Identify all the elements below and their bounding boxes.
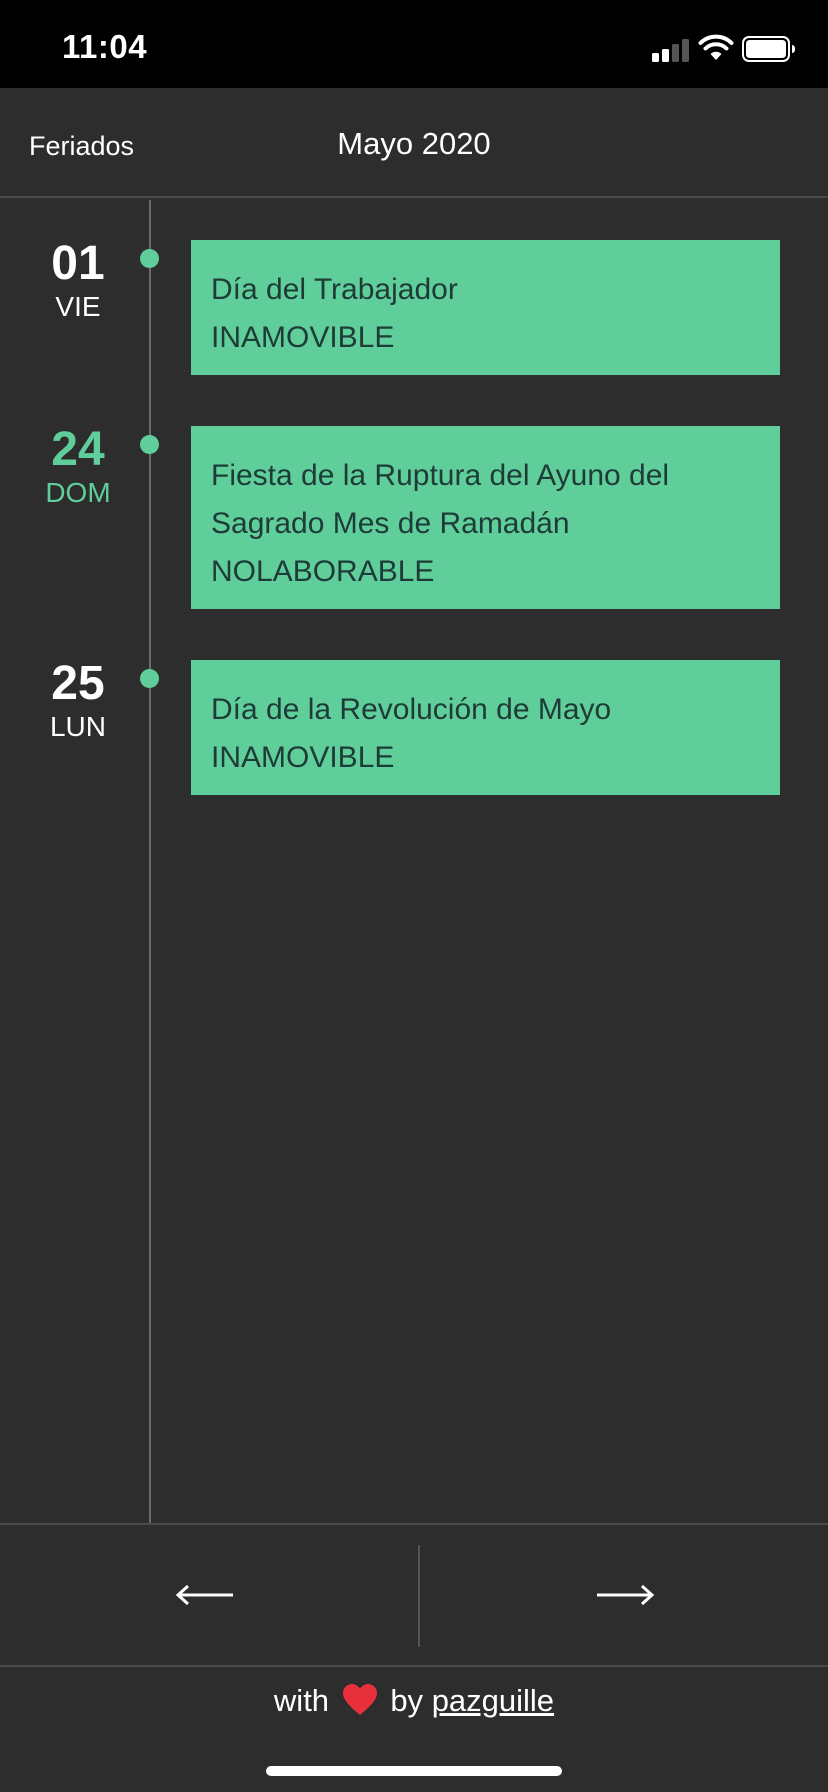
previous-month-button[interactable]	[0, 1525, 410, 1665]
day-number: 01	[51, 237, 105, 290]
status-bar: 11:04	[0, 0, 828, 88]
holiday-date: 24 DOM	[0, 424, 156, 510]
day-name: DOM	[45, 477, 111, 508]
holiday-date: 25 LUN	[0, 658, 156, 744]
holiday-type: INAMOVIBLE	[211, 741, 395, 774]
day-name: LUN	[49, 711, 106, 742]
month-title: Mayo 2020	[337, 126, 491, 161]
holiday-name: Día del Trabajador	[211, 273, 458, 306]
footer-prefix: with	[273, 1683, 330, 1718]
heart-icon	[342, 1684, 377, 1715]
status-time: 11:04	[62, 28, 148, 65]
footer-middle: by	[390, 1683, 424, 1718]
wifi-icon	[698, 34, 734, 60]
home-indicator[interactable]	[266, 1766, 562, 1776]
footer-credit: with by pazguille	[0, 1683, 828, 1719]
battery-icon	[742, 36, 795, 62]
holiday-type: INAMOVIBLE	[211, 321, 395, 354]
holiday-name-line2: Sagrado Mes de Ramadán	[211, 507, 570, 540]
timeline-dot	[140, 669, 159, 688]
author-link[interactable]: pazguille	[432, 1683, 554, 1718]
holiday-date: 01 VIE	[0, 238, 156, 324]
timeline-line	[149, 200, 151, 1524]
holiday-name-line1: Fiesta de la Ruptura del Ayuno del	[211, 459, 670, 492]
next-month-button[interactable]	[420, 1525, 828, 1665]
holiday-name: Día de la Revolución de Mayo	[211, 693, 612, 726]
arrow-right-icon	[597, 1584, 655, 1606]
cellular-signal-icon	[652, 38, 690, 62]
app-header: Feriados Mayo 2020	[0, 88, 828, 198]
holiday-card[interactable]: Fiesta de la Ruptura del Ayuno del Sagra…	[191, 426, 780, 609]
month-navigation	[0, 1523, 828, 1667]
day-number: 25	[51, 657, 105, 710]
holiday-type: NOLABORABLE	[211, 555, 435, 588]
holiday-timeline: 01 VIE Día del Trabajador INAMOVIBLE 24 …	[0, 200, 828, 1524]
timeline-dot	[140, 249, 159, 268]
holiday-card[interactable]: Día del Trabajador INAMOVIBLE	[191, 240, 780, 375]
arrow-left-icon	[175, 1584, 233, 1606]
day-name: VIE	[55, 291, 101, 322]
holiday-card[interactable]: Día de la Revolución de Mayo INAMOVIBLE	[191, 660, 780, 795]
day-number: 24	[51, 423, 105, 476]
timeline-dot	[140, 435, 159, 454]
